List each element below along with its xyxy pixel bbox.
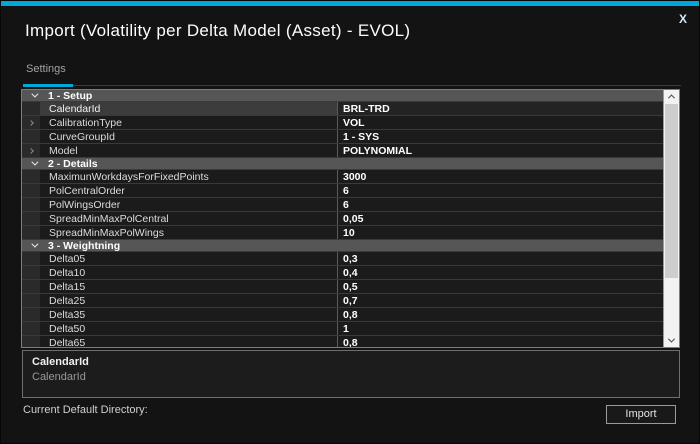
property-name-cell[interactable]: PolCentralOrder <box>40 184 338 197</box>
row-gutter <box>22 116 40 129</box>
row-gutter <box>22 322 40 335</box>
property-name-cell[interactable]: SpreadMinMaxPolCentral <box>40 212 338 225</box>
grid-row[interactable]: Delta350,8 <box>22 308 663 322</box>
grid-row[interactable]: SpreadMinMaxPolCentral0,05 <box>22 212 663 226</box>
category-row[interactable]: 3 - Weightning <box>22 240 663 252</box>
category-label: 2 - Details <box>48 158 98 170</box>
property-value-cell[interactable]: 0,5 <box>338 280 663 293</box>
row-gutter <box>22 294 40 307</box>
property-name-cell[interactable]: Delta65 <box>40 336 338 347</box>
chevron-right-icon[interactable] <box>28 148 34 154</box>
chevron-down-icon[interactable] <box>31 91 38 98</box>
tab-settings[interactable]: Settings <box>26 63 66 75</box>
category-label: 3 - Weightning <box>48 240 120 252</box>
property-value-cell[interactable]: 0,8 <box>338 336 663 347</box>
grid-row[interactable]: Delta050,3 <box>22 252 663 266</box>
property-value-cell[interactable]: 0,4 <box>338 266 663 279</box>
property-value-cell[interactable]: BRL-TRD <box>338 102 663 115</box>
category-row[interactable]: 2 - Details <box>22 158 663 170</box>
row-gutter <box>22 184 40 197</box>
property-value-cell[interactable]: 3000 <box>338 170 663 183</box>
property-value-cell[interactable]: 0,8 <box>338 308 663 321</box>
grid-row[interactable]: Delta501 <box>22 322 663 336</box>
property-value-cell[interactable]: VOL <box>338 116 663 129</box>
property-name-cell[interactable]: Delta25 <box>40 294 338 307</box>
grid-row[interactable]: Delta250,7 <box>22 294 663 308</box>
description-text: CalendarId <box>32 371 670 383</box>
row-gutter <box>22 130 40 143</box>
close-icon[interactable]: X <box>673 10 693 28</box>
property-name-cell[interactable]: CalibrationType <box>40 116 338 129</box>
grid-row[interactable]: Delta650,8 <box>22 336 663 347</box>
property-value-cell[interactable]: 0,7 <box>338 294 663 307</box>
property-value-cell[interactable]: 0,05 <box>338 212 663 225</box>
tab-active-underline <box>23 84 73 87</box>
property-name-cell[interactable]: Delta05 <box>40 252 338 265</box>
row-gutter <box>22 170 40 183</box>
property-name-cell[interactable]: Delta35 <box>40 308 338 321</box>
row-gutter <box>22 252 40 265</box>
row-gutter <box>22 308 40 321</box>
tab-strip-divider <box>73 85 681 86</box>
row-gutter <box>22 226 40 239</box>
property-name-cell[interactable]: Delta15 <box>40 280 338 293</box>
row-gutter <box>22 144 40 157</box>
grid-row[interactable]: SpreadMinMaxPolWings10 <box>22 226 663 240</box>
category-row[interactable]: 1 - Setup <box>22 90 663 102</box>
property-value-cell[interactable]: 6 <box>338 184 663 197</box>
row-gutter <box>22 266 40 279</box>
chevron-down-icon[interactable] <box>31 159 38 166</box>
property-name-cell[interactable]: Delta50 <box>40 322 338 335</box>
grid-row[interactable]: Delta100,4 <box>22 266 663 280</box>
property-name-cell[interactable]: Delta10 <box>40 266 338 279</box>
description-panel: CalendarId CalendarId <box>22 350 680 398</box>
grid-row[interactable]: CurveGroupId1 - SYS <box>22 130 663 144</box>
row-gutter <box>22 102 40 115</box>
grid-row[interactable]: PolWingsOrder6 <box>22 198 663 212</box>
import-button[interactable]: Import <box>606 405 676 424</box>
row-gutter <box>22 198 40 211</box>
scrollbar-down-icon[interactable] <box>664 334 679 347</box>
property-value-cell[interactable]: 1 - SYS <box>338 130 663 143</box>
description-title: CalendarId <box>32 356 670 368</box>
dialog-title: Import (Volatility per Delta Model (Asse… <box>25 21 410 41</box>
grid-row[interactable]: Delta150,5 <box>22 280 663 294</box>
property-grid: 1 - SetupCalendarIdBRL-TRDCalibrationTyp… <box>21 89 680 348</box>
grid-row[interactable]: CalendarIdBRL-TRD <box>22 102 663 116</box>
property-value-cell[interactable]: 10 <box>338 226 663 239</box>
row-gutter <box>22 280 40 293</box>
chevron-right-icon[interactable] <box>28 120 34 126</box>
property-value-cell[interactable]: 0,3 <box>338 252 663 265</box>
import-dialog-window: Import (Volatility per Delta Model (Asse… <box>0 0 700 444</box>
property-value-cell[interactable]: POLYNOMIAL <box>338 144 663 157</box>
chevron-down-icon[interactable] <box>31 241 38 248</box>
grid-row[interactable]: MaximunWorkdaysForFixedPoints3000 <box>22 170 663 184</box>
property-name-cell[interactable]: CurveGroupId <box>40 130 338 143</box>
property-name-cell[interactable]: MaximunWorkdaysForFixedPoints <box>40 170 338 183</box>
scrollbar-thumb[interactable] <box>665 104 678 278</box>
property-value-cell[interactable]: 1 <box>338 322 663 335</box>
property-name-cell[interactable]: CalendarId <box>40 102 338 115</box>
accent-top-bar <box>1 1 700 6</box>
property-name-cell[interactable]: Model <box>40 144 338 157</box>
property-name-cell[interactable]: SpreadMinMaxPolWings <box>40 226 338 239</box>
row-gutter <box>22 212 40 225</box>
row-gutter <box>22 336 40 347</box>
scrollbar-up-icon[interactable] <box>664 90 679 103</box>
grid-row[interactable]: CalibrationTypeVOL <box>22 116 663 130</box>
category-label: 1 - Setup <box>48 90 92 102</box>
current-default-directory-label: Current Default Directory: <box>23 404 148 416</box>
property-value-cell[interactable]: 6 <box>338 198 663 211</box>
grid-row[interactable]: ModelPOLYNOMIAL <box>22 144 663 158</box>
vertical-scrollbar[interactable] <box>663 90 679 347</box>
property-grid-body: 1 - SetupCalendarIdBRL-TRDCalibrationTyp… <box>22 90 663 347</box>
grid-row[interactable]: PolCentralOrder6 <box>22 184 663 198</box>
property-name-cell[interactable]: PolWingsOrder <box>40 198 338 211</box>
